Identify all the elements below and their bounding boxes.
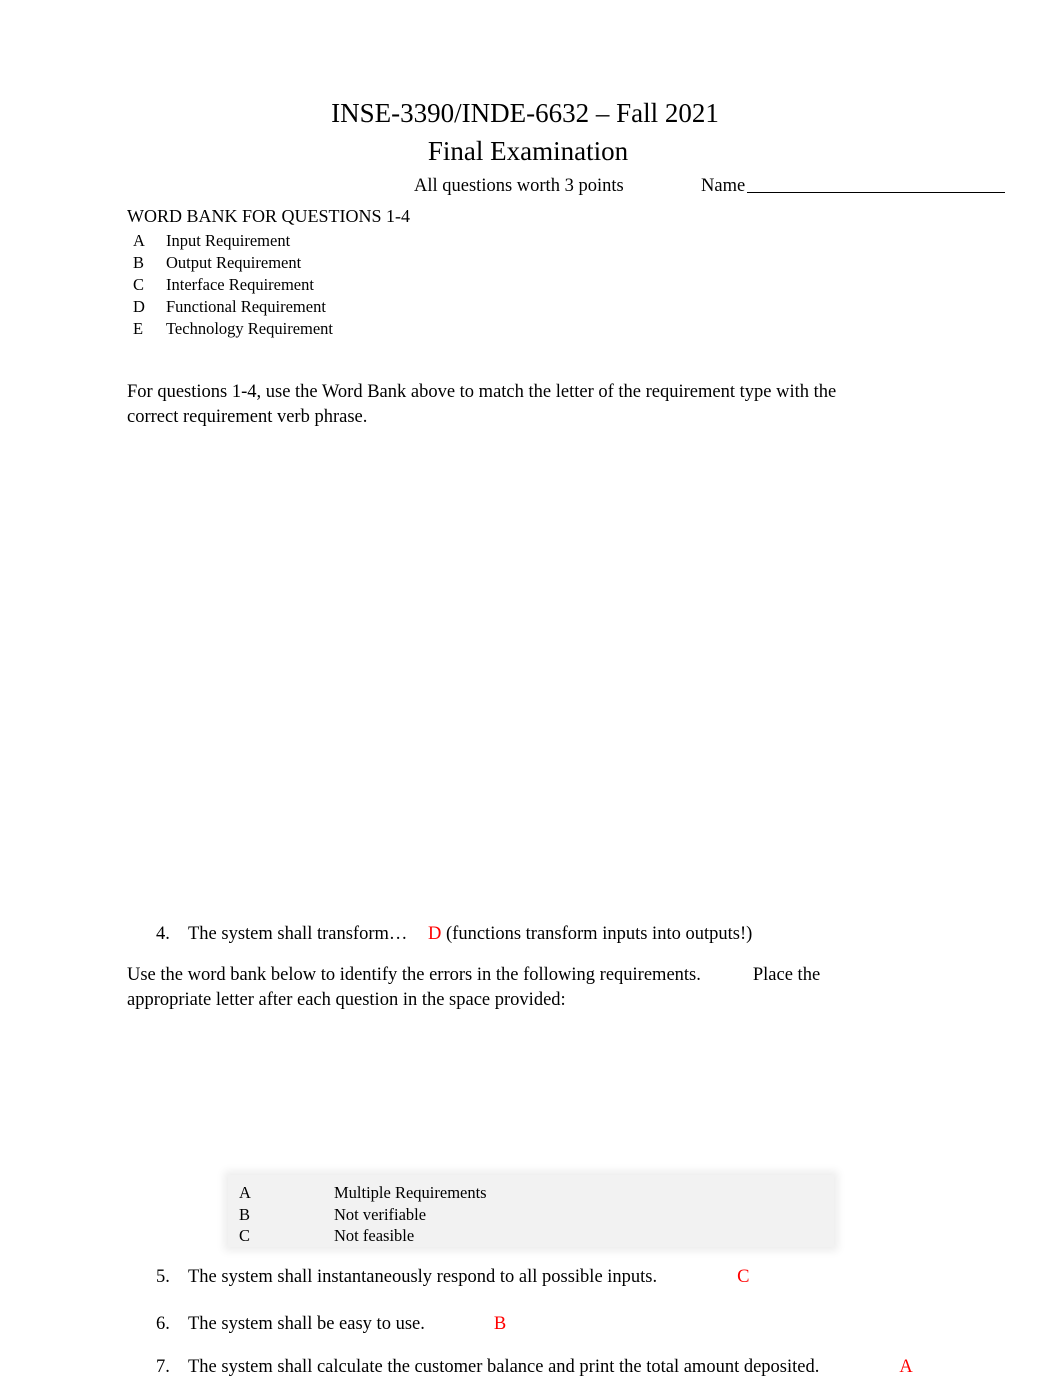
course-title: INSE-3390/INDE-6632 – Fall 2021 <box>331 98 719 128</box>
word-bank-item: D Functional Requirement <box>133 296 333 318</box>
question-6: 6. The system shall be easy to use. B <box>156 1312 506 1336</box>
word-bank-letter: E <box>133 319 144 338</box>
name-label: Name <box>701 176 746 196</box>
question-number: 5. <box>156 1267 170 1287</box>
answer-note: (functions transform inputs into outputs… <box>446 924 753 944</box>
error-letter: B <box>239 1205 251 1224</box>
word-bank-label: Interface Requirement <box>166 275 314 294</box>
word-bank-label: Output Requirement <box>166 253 302 272</box>
points-note: All questions worth 3 points <box>414 176 624 196</box>
question-text: The system shall be easy to use. <box>188 1314 425 1334</box>
instructions-part1: For questions 1-4, use the Word Bank abo… <box>127 382 837 427</box>
word-bank-heading: WORD BANK FOR QUESTIONS 1-4 <box>127 206 411 226</box>
error-label: Multiple Requirements <box>334 1183 487 1202</box>
instructions-part2-a: Use the word bank below to identify the … <box>127 965 701 985</box>
word-bank-letter: A <box>133 231 145 250</box>
word-bank-label: Input Requirement <box>166 231 291 250</box>
question-5: 5. The system shall instantaneously respo… <box>156 1265 749 1289</box>
question-number: 6. <box>156 1314 170 1334</box>
question-7: 7. The system shall calculate the custome… <box>156 1355 913 1379</box>
word-bank-letter: D <box>133 297 145 316</box>
word-bank-list: A Input Requirement B Output Requirement… <box>133 230 333 340</box>
word-bank-label: Functional Requirement <box>166 297 326 316</box>
word-bank-item: B Output Requirement <box>133 252 333 274</box>
question-4: 4. The system shall transform… D (functio… <box>156 922 752 946</box>
word-bank-item: E Technology Requirement <box>133 318 333 340</box>
question-number: 4. <box>156 924 170 944</box>
error-label: Not feasible <box>334 1226 415 1245</box>
word-bank-letter: B <box>133 253 145 272</box>
answer-letter: D <box>428 924 442 944</box>
question-text: The system shall instantaneously respond… <box>188 1267 658 1287</box>
question-text: The system shall transform… <box>188 924 408 944</box>
error-letter: A <box>239 1183 251 1202</box>
error-word-bank-row: A Multiple Requirements <box>239 1182 829 1203</box>
instructions-part2: Use the word bank below to identify the … <box>127 963 887 1013</box>
error-letter: C <box>239 1226 251 1245</box>
answer-letter: C <box>737 1267 750 1287</box>
exam-title: Final Examination <box>427 136 629 166</box>
word-bank-item: C Interface Requirement <box>133 274 333 296</box>
error-label: Not verifiable <box>334 1205 427 1224</box>
word-bank-letter: C <box>133 275 145 294</box>
question-number: 7. <box>156 1357 170 1377</box>
error-word-bank-row: C Not feasible <box>239 1225 829 1246</box>
question-text: The system shall calculate the customer … <box>188 1357 820 1377</box>
error-word-bank-row: B Not verifiable <box>239 1204 829 1225</box>
answer-letter: B <box>493 1314 507 1334</box>
answer-letter: A <box>899 1357 913 1377</box>
name-field-line[interactable] <box>747 192 1005 193</box>
error-word-bank-table: A Multiple Requirements B Not verifiable… <box>228 1175 834 1247</box>
word-bank-item: A Input Requirement <box>133 230 333 252</box>
word-bank-label: Technology Requirement <box>166 319 334 338</box>
